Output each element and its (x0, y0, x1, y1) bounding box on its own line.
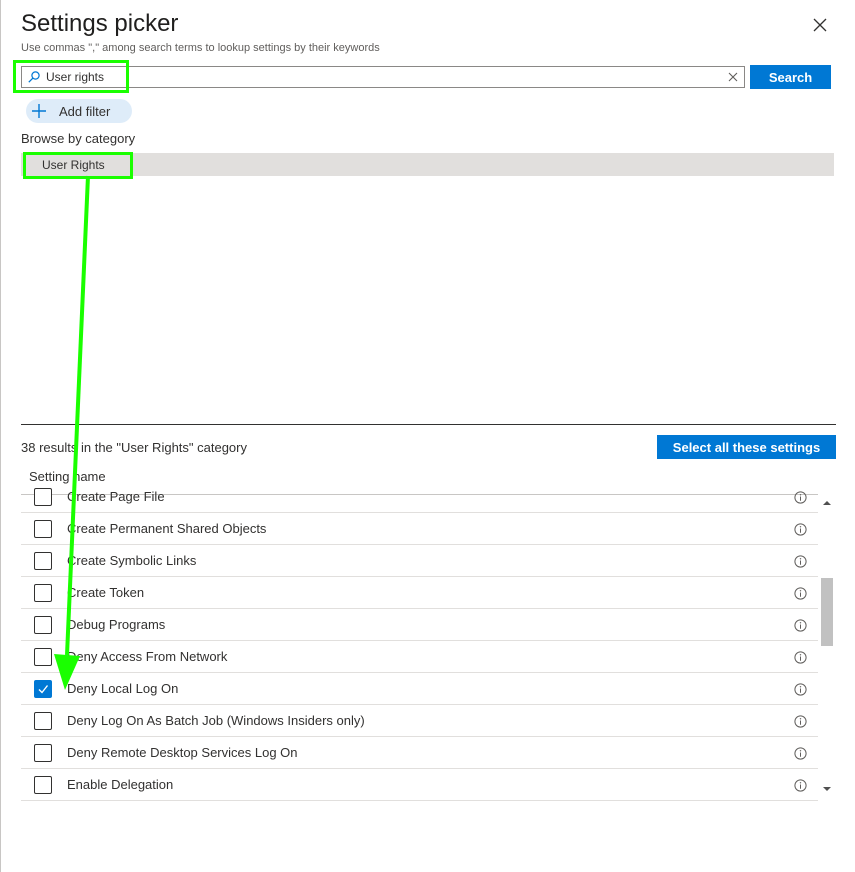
search-box[interactable] (21, 66, 745, 88)
search-input[interactable] (46, 70, 646, 84)
page-title: Settings picker (21, 10, 179, 37)
search-icon (28, 71, 40, 83)
info-icon[interactable] (794, 747, 807, 760)
info-icon[interactable] (794, 523, 807, 536)
add-filter-button[interactable]: Add filter (26, 99, 132, 123)
info-icon[interactable] (794, 715, 807, 728)
search-button[interactable]: Search (750, 65, 831, 89)
category-item-user-rights[interactable]: User Rights (42, 153, 105, 176)
info-icon[interactable] (794, 779, 807, 792)
select-all-button[interactable]: Select all these settings (657, 435, 836, 459)
info-icon[interactable] (794, 491, 807, 504)
close-icon (813, 18, 827, 32)
checkmark-icon (38, 685, 49, 694)
info-icon[interactable] (794, 587, 807, 600)
row-label: Create Symbolic Links (67, 553, 197, 568)
table-row[interactable]: Create Page File (21, 482, 818, 513)
section-divider (21, 424, 836, 425)
scroll-down-arrow-icon[interactable] (823, 786, 831, 792)
row-checkbox[interactable] (34, 680, 52, 698)
table-row[interactable]: Deny Access From Network (21, 641, 818, 673)
table-row[interactable]: Deny Local Log On (21, 673, 818, 705)
plus-icon (32, 104, 46, 118)
table-row[interactable]: Create Token (21, 577, 818, 609)
scroll-up-arrow-icon[interactable] (823, 500, 831, 506)
browse-by-category-label: Browse by category (21, 131, 136, 146)
row-label: Deny Access From Network (67, 649, 228, 664)
table-row[interactable]: Deny Log On As Batch Job (Windows Inside… (21, 705, 818, 737)
row-label: Enable Delegation (67, 777, 174, 792)
row-checkbox[interactable] (34, 776, 52, 794)
row-label: Create Page File (67, 489, 165, 504)
results-summary: 38 results in the "User Rights" category (21, 440, 247, 455)
row-label: Deny Log On As Batch Job (Windows Inside… (67, 713, 365, 728)
list-scrollbar[interactable] (819, 494, 835, 802)
panel-left-border (0, 0, 1, 872)
settings-list[interactable]: Create Page File Create Permanent Shared … (21, 482, 818, 802)
row-checkbox[interactable] (34, 616, 52, 634)
settings-list-content: Create Page File Create Permanent Shared … (21, 482, 818, 801)
row-checkbox[interactable] (34, 552, 52, 570)
info-icon[interactable] (794, 651, 807, 664)
table-row[interactable]: Deny Remote Desktop Services Log On (21, 737, 818, 769)
table-row[interactable]: Create Symbolic Links (21, 545, 818, 577)
clear-icon[interactable] (727, 71, 739, 83)
info-icon[interactable] (794, 683, 807, 696)
category-list: User Rights (21, 153, 834, 176)
table-row[interactable]: Debug Programs (21, 609, 818, 641)
info-icon[interactable] (794, 555, 807, 568)
scroll-thumb[interactable] (821, 578, 833, 646)
table-row[interactable]: Create Permanent Shared Objects (21, 513, 818, 545)
row-checkbox[interactable] (34, 520, 52, 538)
row-label: Deny Local Log On (67, 681, 179, 696)
row-checkbox[interactable] (34, 488, 52, 506)
row-label: Create Permanent Shared Objects (67, 521, 267, 536)
info-icon[interactable] (794, 619, 807, 632)
row-checkbox[interactable] (34, 584, 52, 602)
row-checkbox[interactable] (34, 712, 52, 730)
table-row[interactable]: Enable Delegation (21, 769, 818, 801)
add-filter-label: Add filter (59, 103, 111, 119)
page-subtitle: Use commas "," among search terms to loo… (21, 42, 380, 54)
row-checkbox[interactable] (34, 648, 52, 666)
close-button[interactable] (810, 15, 830, 35)
row-checkbox[interactable] (34, 744, 52, 762)
row-label: Debug Programs (67, 617, 166, 632)
row-label: Create Token (67, 585, 145, 600)
row-label: Deny Remote Desktop Services Log On (67, 745, 298, 760)
